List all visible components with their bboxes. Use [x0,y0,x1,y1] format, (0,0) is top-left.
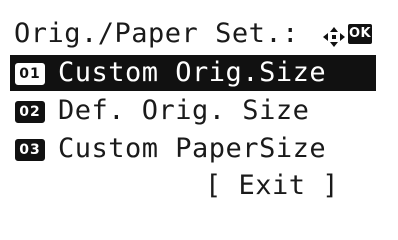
menu-item-number: 03 [15,139,45,161]
menu-item-label: Custom Orig.Size [58,57,327,88]
ok-key-icon: OK [348,24,372,44]
panel-screen: Orig./Paper Set.: OK 01 Custom Orig.Size… [0,0,398,218]
menu-item-number: 01 [15,63,45,85]
menu-item-custom-orig-size[interactable]: 01 Custom Orig.Size [10,55,376,91]
menu-item-label: Custom PaperSize [58,133,327,164]
menu-item-def-orig-size[interactable]: 02 Def. Orig. Size [10,93,376,129]
menu-item-label: Def. Orig. Size [58,95,310,126]
four-way-arrow-icon [323,27,345,47]
menu-item-custom-paper-size[interactable]: 03 Custom PaperSize [10,131,376,167]
screen-title: Orig./Paper Set.: [14,18,299,49]
menu-item-number: 02 [15,101,45,123]
exit-button[interactable]: [ Exit ] [205,168,339,204]
